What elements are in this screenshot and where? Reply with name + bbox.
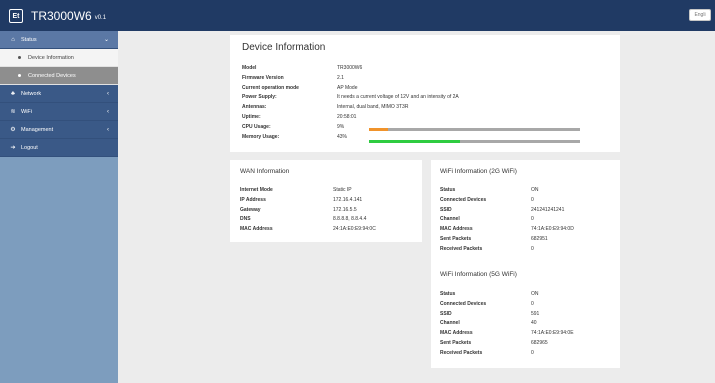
row-value: 43% xyxy=(337,133,348,140)
row-value: ON xyxy=(531,187,539,193)
row-label: CPU Usage: xyxy=(242,123,271,130)
version-label: v0.1 xyxy=(94,15,107,21)
row-label: Gateway xyxy=(240,206,261,213)
row-label: SSID xyxy=(440,310,452,317)
card-title: WAN Information xyxy=(240,168,290,175)
row-value: 0 xyxy=(531,196,534,203)
bullet-icon xyxy=(18,74,21,77)
row-label: MAC Address xyxy=(440,226,473,233)
row-label: Power Supply: xyxy=(242,94,277,101)
wifi-icon: ≋ xyxy=(10,109,16,115)
row-value: 172.16.4.141 xyxy=(333,196,363,203)
card-title: Device Information xyxy=(242,42,326,53)
row-label: Connected Devices xyxy=(440,196,487,203)
row-value: 241241241241 xyxy=(531,206,565,213)
row-label: Firmware Version xyxy=(242,74,284,81)
device-model-title: TR3000W6 v0.1 xyxy=(31,9,107,23)
card-title: WiFi Information (5G WiFi) xyxy=(440,271,517,278)
row-value: ON xyxy=(531,291,539,297)
row-label: Received Packets xyxy=(440,245,483,252)
cpu-usage-fill xyxy=(369,128,388,131)
gear-icon: ⚙ xyxy=(10,127,16,133)
row-label: MAC Address xyxy=(440,330,473,337)
row-label: MAC Address xyxy=(240,226,273,233)
row-label: DNS xyxy=(240,216,251,223)
sidebar-item-wifi[interactable]: ≋ WiFi ‹ xyxy=(0,103,118,121)
chevron-left-icon: ‹ xyxy=(107,108,109,115)
top-bar: Et TR3000W6 v0.1 Engli xyxy=(0,0,715,31)
row-label: Internet Mode xyxy=(240,187,273,193)
row-label: Sent Packets xyxy=(440,340,472,346)
sidebar-item-management[interactable]: ⚙ Management ‹ xyxy=(0,121,118,139)
row-label: SSID xyxy=(440,206,452,213)
row-value: 0 xyxy=(531,245,534,252)
sidebar-item-label: Device Information xyxy=(28,54,74,61)
sidebar-item-label: Status xyxy=(21,36,37,43)
row-value: 682965 xyxy=(531,340,548,346)
memory-usage-fill xyxy=(369,140,460,143)
home-icon: ⌂ xyxy=(11,36,15,43)
row-value: 0 xyxy=(531,300,534,307)
card-title: WiFi Information (2G WiFi) xyxy=(440,168,517,175)
sidebar-item-label: Connected Devices xyxy=(28,72,76,79)
brand-logo: Et xyxy=(9,9,23,23)
sidebar-item-label: Management xyxy=(21,126,54,133)
chevron-left-icon: ‹ xyxy=(107,90,109,97)
row-label: Connected Devices xyxy=(440,300,487,307)
language-button[interactable]: Engli xyxy=(689,9,711,21)
wifi-information-card: WiFi Information (2G WiFi) Status ON Conne… xyxy=(431,160,620,368)
row-value: 172.16.5.5 xyxy=(333,206,357,213)
sidebar-item-logout[interactable]: ➔ Logout xyxy=(0,139,118,157)
row-value: 682951 xyxy=(531,236,548,242)
sidebar-item-label: Network xyxy=(21,90,42,97)
row-label: Model xyxy=(242,65,257,71)
row-label: Memory Usage: xyxy=(242,133,280,140)
sidebar-item-label: Logout xyxy=(21,144,38,151)
sidebar-item-status[interactable]: ⌂ Status ⌄ xyxy=(0,31,118,49)
row-value: 9% xyxy=(337,123,345,130)
row-label: Sent Packets xyxy=(440,236,472,242)
row-value: 74:1A:E0:E9:94:0D xyxy=(531,226,574,233)
row-label: Channel xyxy=(440,320,460,327)
bullet-icon xyxy=(18,56,21,59)
row-value: 0 xyxy=(531,216,534,223)
row-label: Received Packets xyxy=(440,349,483,356)
sidebar-subitem-device-information[interactable]: Device Information xyxy=(0,49,118,67)
row-label: Antennas: xyxy=(242,104,267,111)
row-label: Status xyxy=(440,291,456,297)
logout-icon: ➔ xyxy=(10,145,16,151)
row-value: It needs a current voltage of 12V and an… xyxy=(337,94,459,101)
row-value: AP Mode xyxy=(337,84,358,91)
row-value: Static IP xyxy=(333,187,352,193)
row-value: 40 xyxy=(531,320,537,327)
row-label: IP Address xyxy=(240,196,266,203)
device-information-card: Device Information Model TR3000W6 Firmware… xyxy=(230,35,620,152)
chevron-down-icon: ⌄ xyxy=(103,37,109,43)
row-value: 74:1A:E0:E9:94:0E xyxy=(531,330,574,337)
row-label: Status xyxy=(440,187,456,193)
network-icon: ♣ xyxy=(11,90,15,97)
sidebar-item-label: WiFi xyxy=(21,108,32,115)
row-value: 0 xyxy=(531,349,534,356)
wan-information-card: WAN Information Internet Mode Static IP IP… xyxy=(230,160,422,242)
row-value: Internal, dual band, MIMO 3T3R xyxy=(337,104,409,111)
row-value: 24:1A:E0:E9:94:0C xyxy=(333,226,376,233)
row-value: TR3000W6 xyxy=(337,65,363,71)
row-value: 591 xyxy=(531,310,540,317)
row-value: 8.8.8.8, 8.8.4.4 xyxy=(333,216,367,223)
row-label: Current operation mode xyxy=(242,84,299,91)
sidebar-item-network[interactable]: ♣ Network ‹ xyxy=(0,85,118,103)
cpu-usage-bar xyxy=(369,128,580,131)
row-label: Uptime: xyxy=(242,114,261,120)
sidebar-subitem-connected-devices[interactable]: Connected Devices xyxy=(0,67,118,85)
row-value: 2.1 xyxy=(337,74,344,81)
row-label: Channel xyxy=(440,216,460,223)
memory-usage-bar xyxy=(369,140,580,143)
chevron-left-icon: ‹ xyxy=(107,126,109,133)
row-value: 20:58:01 xyxy=(337,114,357,120)
sidebar: ⌂ Status ⌄ Device Information Connected … xyxy=(0,31,118,383)
